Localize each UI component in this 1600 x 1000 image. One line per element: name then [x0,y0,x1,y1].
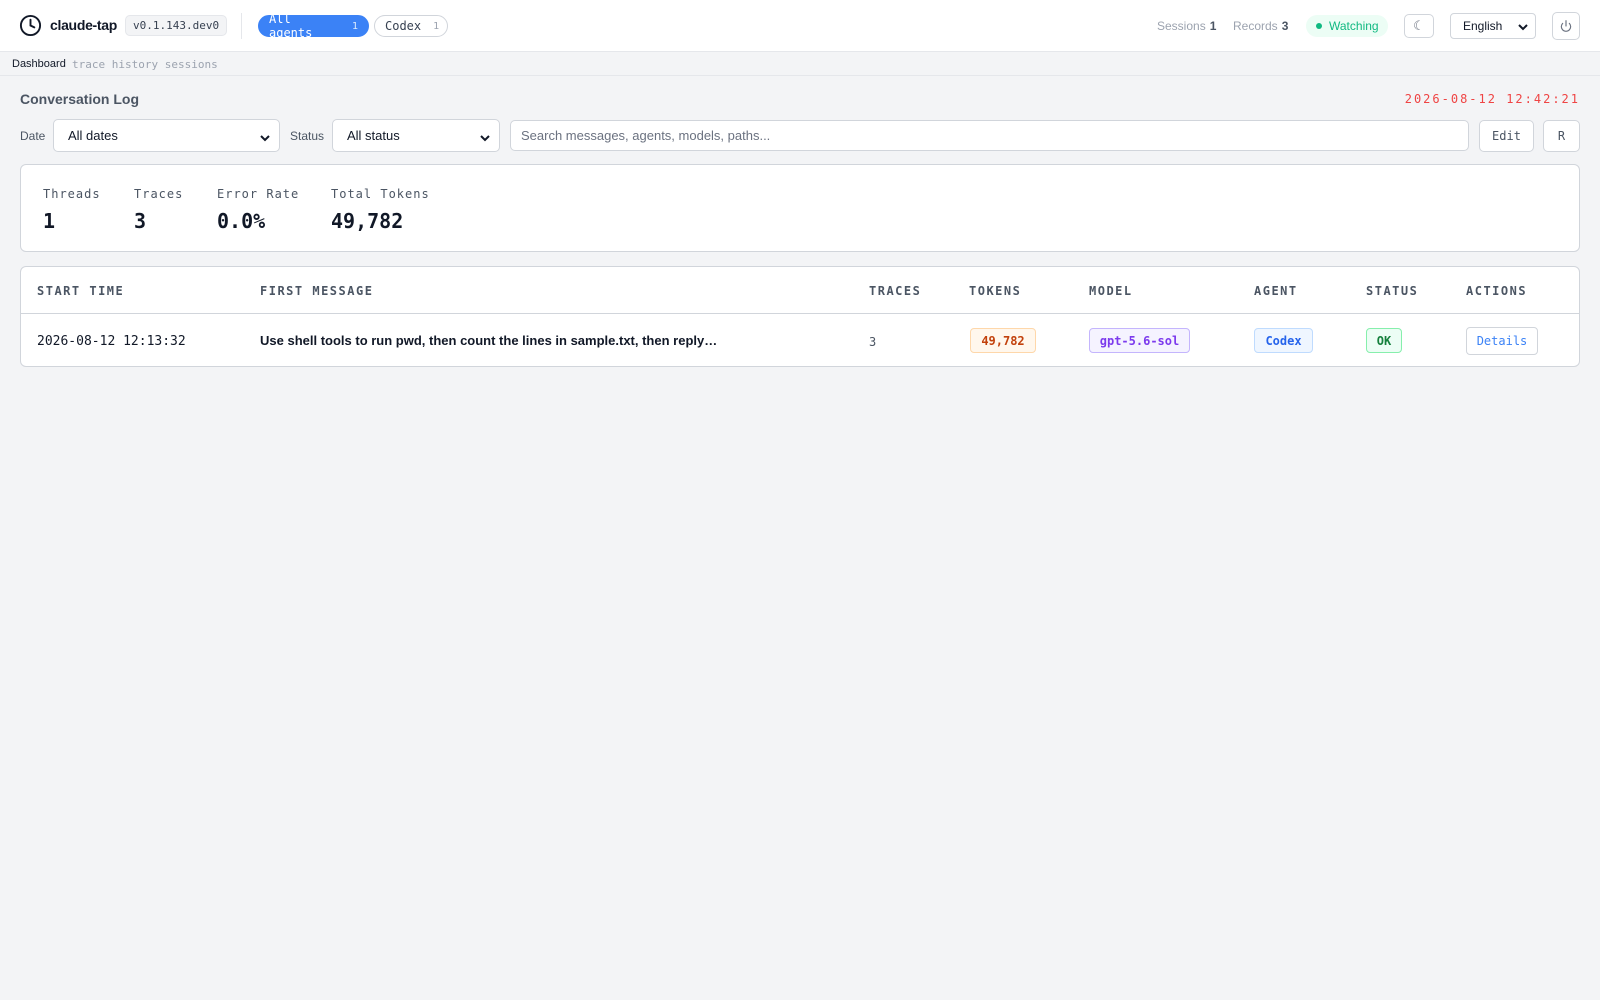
status-dot-icon [1316,23,1322,29]
records-value: 3 [1281,19,1289,33]
stat-value: 0.0% [217,209,266,233]
date-filter-label: Date [20,129,46,143]
row-status-badge: OK [1366,328,1402,353]
search-input[interactable] [510,120,1469,151]
stat-label: Total Tokens [331,187,430,201]
row-agent-badge: Codex [1254,328,1313,353]
sessions-label: Sessions [1157,19,1206,33]
page-title: Conversation Log [20,91,140,107]
column-header-first-message[interactable]: FIRST MESSAGE [260,284,373,298]
date-filter-value: All dates [68,128,118,143]
stat-value: 3 [134,209,147,233]
table-header: START TIME FIRST MESSAGE TRACES TOKENS M… [21,267,1579,314]
row-start-time: 2026-08-12 12:13:32 [37,334,186,349]
status-filter-value: All status [347,128,400,143]
clock-icon [19,14,42,37]
row-first-message: Use shell tools to run pwd, then count t… [260,333,718,348]
stat-value: 49,782 [331,209,404,233]
stat-label: Threads [43,187,101,201]
sessions-value: 1 [1209,19,1217,33]
row-model-badge: gpt-5.6-sol [1089,328,1190,353]
power-icon [1560,20,1572,32]
status-filter-label: Status [290,129,325,143]
app-title: claude-tap [50,17,118,33]
column-header-model[interactable]: MODEL [1089,284,1133,298]
moon-icon: ☾ [1413,18,1425,33]
tab-codex[interactable]: Codex 1 [374,15,448,37]
sessions-stat: Sessions 1 [1157,19,1216,33]
column-header-agent[interactable]: AGENT [1254,284,1298,298]
column-header-actions: ACTIONS [1466,284,1528,298]
conversation-table: START TIME FIRST MESSAGE TRACES TOKENS M… [20,266,1580,367]
breadcrumb: Dashboard trace history sessions [0,52,1600,76]
edit-button[interactable]: Edit [1479,120,1534,152]
breadcrumb-main[interactable]: Dashboard [12,58,66,70]
breadcrumb-sub: trace history sessions [72,58,218,71]
column-header-tokens[interactable]: TOKENS [969,284,1021,298]
watching-label: Watching [1329,19,1379,33]
stat-label: Traces [134,187,184,201]
date-filter-select[interactable]: All dates [53,119,280,152]
records-label: Records [1233,19,1278,33]
language-select[interactable]: English [1450,13,1536,39]
r-button[interactable]: R [1543,120,1580,152]
row-traces: 3 [869,335,877,349]
records-stat: Records 3 [1233,19,1288,33]
summary-card: Threads 1 Traces 3 Error Rate 0.0% Total… [20,164,1580,252]
details-button[interactable]: Details [1466,327,1538,355]
watching-badge: Watching [1306,15,1388,37]
tab-label: Codex [385,19,422,33]
version-badge: v0.1.143.dev0 [125,15,228,36]
summary-threads: Threads 1 [43,187,101,233]
column-header-status[interactable]: STATUS [1366,284,1418,298]
column-header-traces[interactable]: TRACES [869,284,921,298]
top-bar: claude-tap v0.1.143.dev0 All agents 1 Co… [0,0,1600,52]
stat-label: Error Rate [217,187,300,201]
chevron-down-icon [260,135,270,142]
summary-total-tokens: Total Tokens 49,782 [331,187,430,233]
chevron-down-icon [480,135,490,142]
status-filter-select[interactable]: All status [332,119,500,152]
summary-traces: Traces 3 [134,187,183,233]
chevron-down-icon [1518,24,1528,31]
table-row[interactable]: 2026-08-12 12:13:32 Use shell tools to r… [21,314,1579,366]
column-header-start-time[interactable]: START TIME [37,284,124,298]
tab-count: 1 [351,20,358,32]
power-button[interactable] [1552,12,1580,40]
tab-all-agents[interactable]: All agents 1 [258,12,369,40]
theme-toggle-button[interactable]: ☾ [1404,14,1434,38]
tab-count: 1 [433,20,440,32]
language-value: English [1463,19,1503,33]
row-tokens-badge: 49,782 [970,328,1036,353]
stat-value: 1 [43,209,56,233]
current-time: 2026-08-12 12:42:21 [1404,92,1580,106]
tab-label: All agents [269,12,313,40]
summary-error-rate: Error Rate 0.0% [217,187,299,233]
divider [241,13,242,39]
